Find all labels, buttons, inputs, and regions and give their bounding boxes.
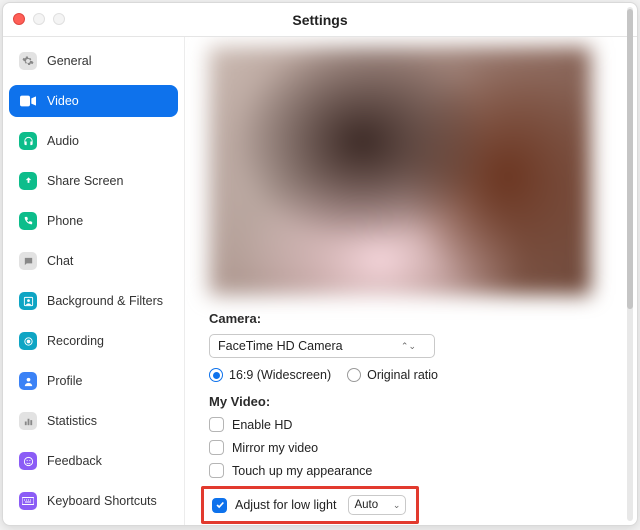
aspect-16-9-radio[interactable]: 16:9 (Widescreen) [209,368,331,382]
checkbox-icon [209,417,224,432]
record-icon [19,332,37,350]
statistics-icon [19,412,37,430]
checkbox-icon [209,440,224,455]
sidebar-item-label: Statistics [47,414,97,428]
gear-icon [19,52,37,70]
camera-select-value: FaceTime HD Camera [218,339,343,353]
sidebar-item-label: Profile [47,374,82,388]
scrollbar-thumb[interactable] [627,9,633,309]
camera-section-label: Camera: [209,311,613,326]
scrollbar[interactable] [627,7,633,521]
sidebar-item-label: Keyboard Shortcuts [47,494,157,508]
checkbox-icon [209,463,224,478]
settings-window: Settings General Video [2,2,638,526]
profile-icon [19,372,37,390]
sidebar-item-label: Video [47,94,79,108]
close-window-button[interactable] [13,13,25,25]
aspect-ratio-group: 16:9 (Widescreen) Original ratio [209,368,613,382]
keyboard-icon [19,492,37,510]
low-light-highlight: Adjust for low light Auto ⌄ [201,486,419,524]
radio-label: 16:9 (Widescreen) [229,368,331,382]
sidebar-item-general[interactable]: General [9,45,178,77]
checkbox-label: Adjust for low light [235,498,336,512]
sidebar-item-label: Share Screen [47,174,123,188]
chat-icon [19,252,37,270]
checkbox-label: Touch up my appearance [232,464,372,478]
mirror-video-checkbox[interactable]: Mirror my video [209,440,613,455]
sidebar-item-statistics[interactable]: Statistics [9,405,178,437]
radio-icon [347,368,361,382]
checkbox-icon [212,498,227,513]
sidebar-item-label: Phone [47,214,83,228]
my-video-section-label: My Video: [209,394,613,409]
sidebar-item-video[interactable]: Video [9,85,178,117]
titlebar: Settings [3,3,637,37]
content-pane: Camera: FaceTime HD Camera ⌃⌄ 16:9 (Wide… [185,37,637,525]
sidebar-item-share-screen[interactable]: Share Screen [9,165,178,197]
sidebar-item-feedback[interactable]: Feedback [9,445,178,477]
zoom-window-button[interactable] [53,13,65,25]
chevron-down-icon: ⌃⌄ [401,341,416,352]
checkbox-label: Enable HD [232,418,292,432]
sidebar-item-background-filters[interactable]: Background & Filters [9,285,178,317]
window-title: Settings [292,12,347,28]
sidebar-item-label: General [47,54,91,68]
sidebar-item-label: Audio [47,134,79,148]
sidebar-item-label: Feedback [47,454,102,468]
low-light-mode-value: Auto [354,499,378,511]
share-screen-icon [19,172,37,190]
aspect-original-radio[interactable]: Original ratio [347,368,438,382]
sidebar-item-chat[interactable]: Chat [9,245,178,277]
chevron-down-icon: ⌄ [393,500,401,511]
sidebar-item-profile[interactable]: Profile [9,365,178,397]
sidebar-item-keyboard-shortcuts[interactable]: Keyboard Shortcuts [9,485,178,517]
low-light-mode-select[interactable]: Auto ⌄ [348,495,406,515]
window-controls [13,13,65,25]
sidebar-item-recording[interactable]: Recording [9,325,178,357]
video-icon [19,92,37,110]
body: General Video Audio [3,37,637,525]
feedback-icon [19,452,37,470]
sidebar-item-label: Background & Filters [47,294,163,308]
camera-preview [209,47,591,295]
enable-hd-checkbox[interactable]: Enable HD [209,417,613,432]
background-icon [19,292,37,310]
minimize-window-button[interactable] [33,13,45,25]
camera-select[interactable]: FaceTime HD Camera ⌃⌄ [209,334,435,358]
sidebar: General Video Audio [3,37,185,525]
radio-icon [209,368,223,382]
sidebar-item-label: Recording [47,334,104,348]
sidebar-item-phone[interactable]: Phone [9,205,178,237]
adjust-low-light-checkbox[interactable]: Adjust for low light Auto ⌄ [212,495,408,515]
radio-label: Original ratio [367,368,438,382]
sidebar-item-label: Chat [47,254,73,268]
checkbox-label: Mirror my video [232,441,318,455]
phone-icon [19,212,37,230]
touch-up-appearance-checkbox[interactable]: Touch up my appearance [209,463,613,478]
headphones-icon [19,132,37,150]
sidebar-item-audio[interactable]: Audio [9,125,178,157]
